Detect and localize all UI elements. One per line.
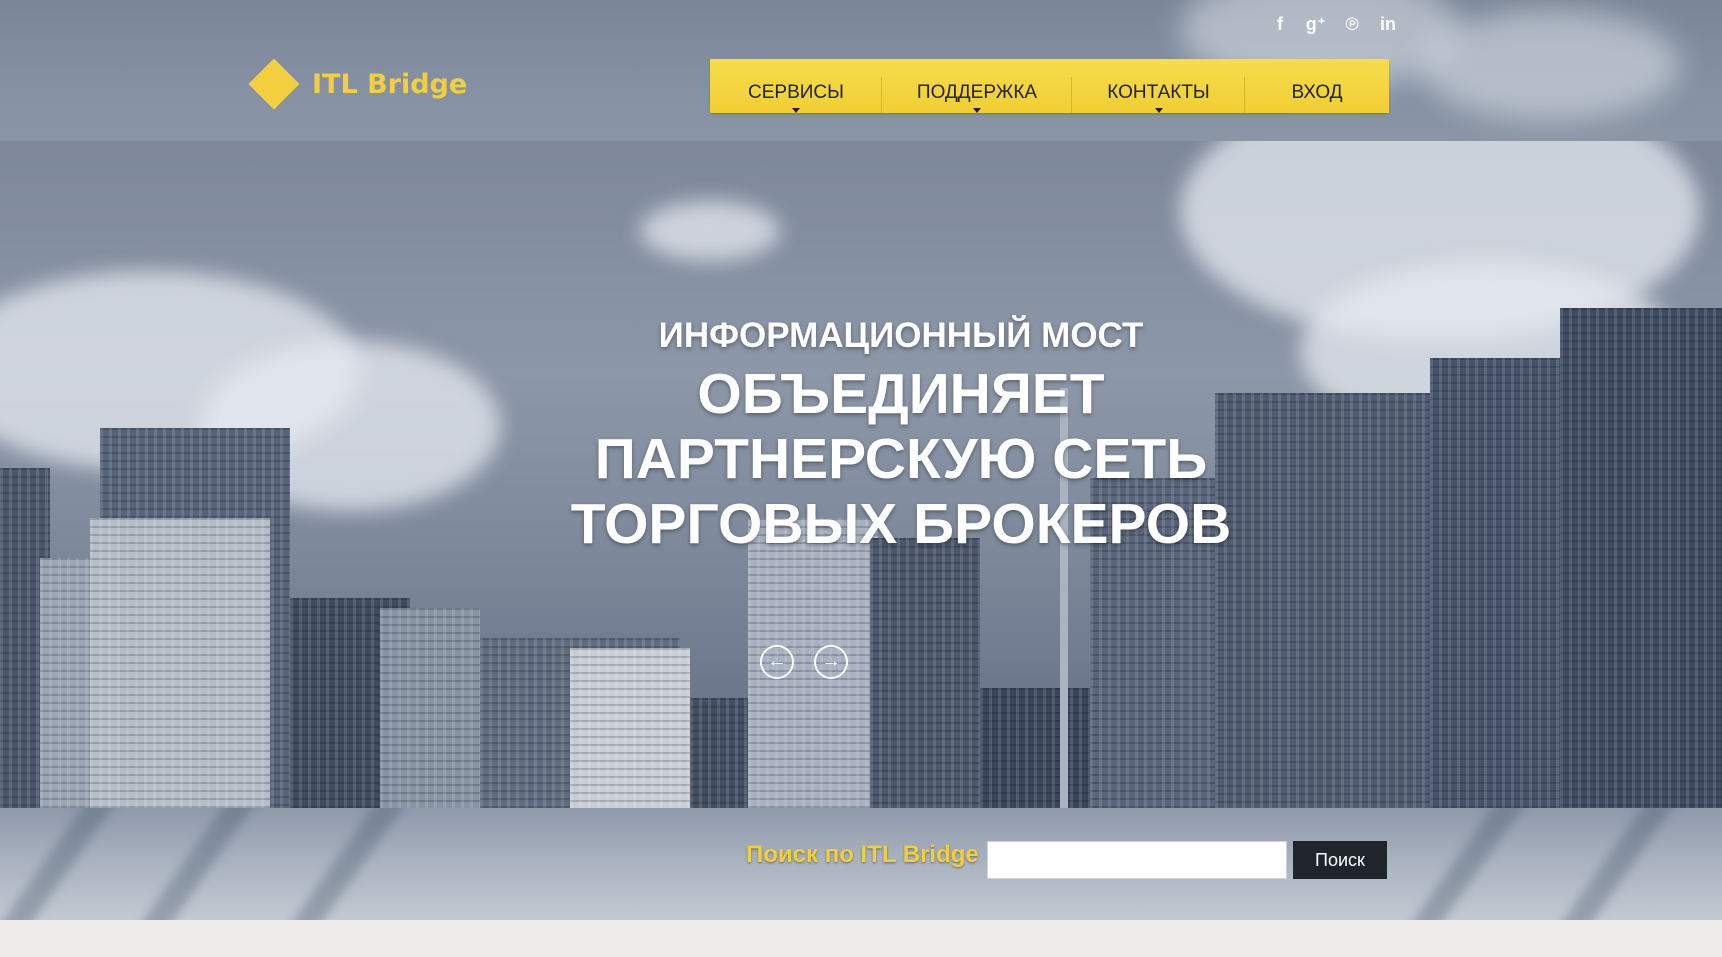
page-footer-strip bbox=[0, 920, 1722, 957]
logo-text: ITL Bridge bbox=[312, 68, 468, 100]
hero-title-line: ТОРГОВЫХ БРОКЕРОВ bbox=[570, 492, 1232, 556]
caret-down-icon bbox=[973, 108, 981, 113]
linkedin-icon[interactable]: in bbox=[1370, 14, 1406, 35]
background-streak bbox=[1550, 808, 1680, 920]
facebook-icon[interactable]: f bbox=[1262, 14, 1298, 35]
background-streak bbox=[0, 808, 120, 920]
caret-down-icon bbox=[1154, 108, 1163, 113]
nav-item-label: ВХОД bbox=[1291, 82, 1343, 103]
nav-item-label: СЕРВИСЫ bbox=[748, 82, 844, 103]
logo-diamond-icon bbox=[248, 58, 300, 110]
search-section: Поиск по ITL Bridge Поиск bbox=[0, 808, 1722, 920]
nav-item-support[interactable]: ПОДДЕРЖКА bbox=[882, 59, 1072, 113]
slider-next-button[interactable]: → bbox=[814, 645, 848, 679]
logo[interactable]: ITL Bridge bbox=[248, 58, 468, 110]
search-label: Поиск по ITL Bridge bbox=[746, 841, 979, 868]
social-links: f g⁺ ℗ in bbox=[1262, 14, 1406, 35]
site-header: ITL Bridge f g⁺ ℗ in СЕРВИСЫ ПОДДЕРЖКА К… bbox=[0, 0, 1722, 141]
hero-title-line: ОБЪЕДИНЯЕТ bbox=[697, 362, 1105, 426]
building bbox=[870, 538, 980, 808]
pinterest-icon[interactable]: ℗ bbox=[1334, 14, 1370, 35]
header-cloud bbox=[1420, 10, 1680, 120]
background-streak bbox=[130, 808, 260, 920]
background-streak bbox=[280, 808, 410, 920]
building bbox=[380, 608, 480, 808]
hero-title-line: ПАРТНЕРСКУЮ СЕТЬ bbox=[594, 427, 1208, 491]
background-streak bbox=[1400, 808, 1530, 920]
building bbox=[980, 688, 1090, 808]
hero-title: ОБЪЕДИНЯЕТ ПАРТНЕРСКУЮ СЕТЬ ТОРГОВЫХ БРО… bbox=[0, 362, 1722, 557]
nav-item-label: КОНТАКТЫ bbox=[1107, 82, 1210, 103]
building bbox=[570, 648, 690, 808]
nav-item-contacts[interactable]: КОНТАКТЫ bbox=[1072, 59, 1245, 113]
main-nav: СЕРВИСЫ ПОДДЕРЖКА КОНТАКТЫ ВХОД bbox=[710, 59, 1389, 113]
search-input[interactable] bbox=[987, 841, 1287, 879]
google-plus-icon[interactable]: g⁺ bbox=[1298, 14, 1334, 35]
nav-item-login[interactable]: ВХОД bbox=[1245, 59, 1389, 113]
hero-slider: ИНФОРМАЦИОННЫЙ МОСТ ОБЪЕДИНЯЕТ ПАРТНЕРСК… bbox=[0, 141, 1722, 808]
search-button[interactable]: Поиск bbox=[1293, 841, 1387, 879]
caret-down-icon bbox=[792, 108, 800, 113]
hero-subtitle: ИНФОРМАЦИОННЫЙ МОСТ bbox=[658, 316, 1144, 355]
hero-cloud bbox=[640, 201, 780, 261]
slider-prev-button[interactable]: ← bbox=[760, 645, 794, 679]
nav-item-label: ПОДДЕРЖКА bbox=[916, 82, 1038, 103]
nav-item-services[interactable]: СЕРВИСЫ bbox=[710, 59, 882, 113]
building bbox=[90, 518, 270, 808]
